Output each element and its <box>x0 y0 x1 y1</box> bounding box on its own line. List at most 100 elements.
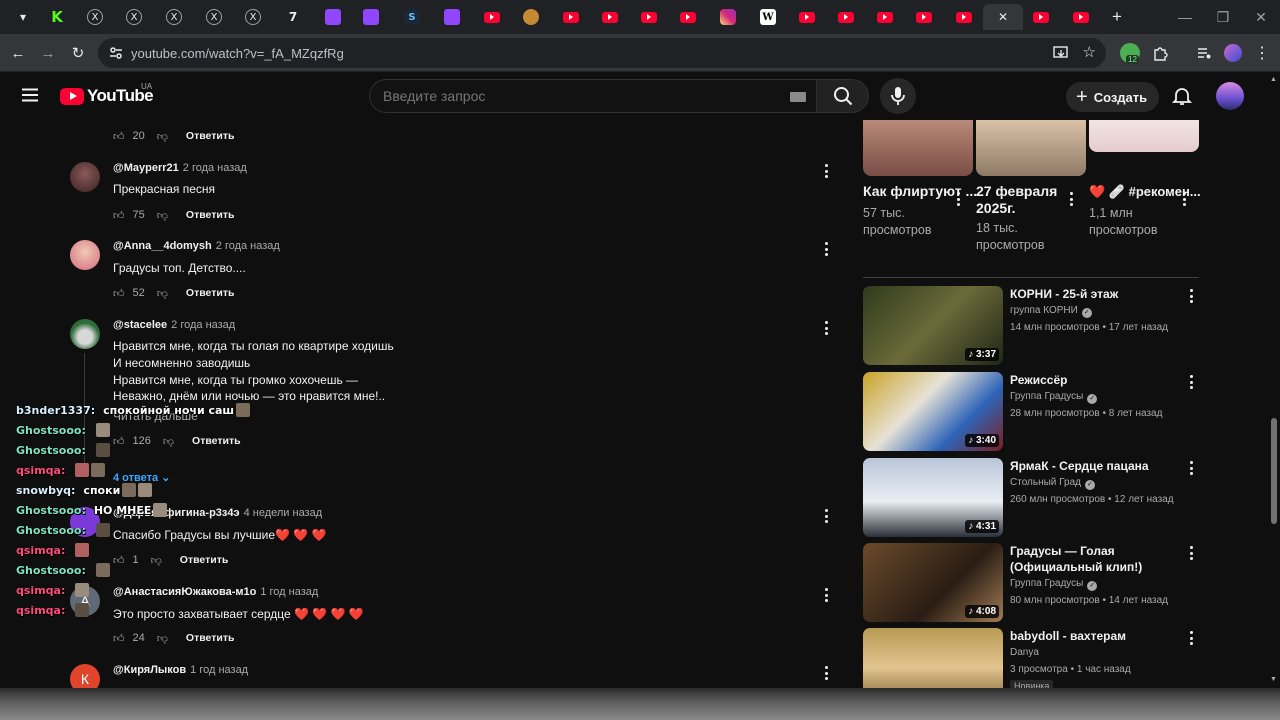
comment-menu-icon[interactable] <box>820 587 832 603</box>
forward-icon[interactable]: → <box>36 41 60 65</box>
browser-tab[interactable]: 7 <box>274 4 312 30</box>
video-thumbnail[interactable]: ♪ 4:31 <box>863 458 1003 537</box>
shelf-thumbnail[interactable] <box>1089 120 1199 152</box>
comment-menu-icon[interactable] <box>820 665 832 681</box>
chat-username[interactable]: Ghostsooo: <box>16 444 86 457</box>
voice-search-button[interactable] <box>880 78 916 114</box>
comment-author[interactable]: @КиряЛыков <box>113 664 186 676</box>
video-card[interactable]: ♪ 3:40 Режиссёр Группа Градусы ✓ 28 млн прос… <box>863 372 1203 452</box>
video-menu-icon[interactable] <box>1190 375 1193 389</box>
chat-username[interactable]: Ghostsooo: <box>16 424 86 437</box>
address-bar[interactable]: youtube.com/watch?v=_fA_MZqzfRg ☆ <box>98 38 1106 68</box>
browser-tab[interactable] <box>905 4 943 30</box>
window-close-icon[interactable]: ✕ <box>1242 0 1280 34</box>
dislike-icon[interactable]: 👎︎ <box>157 632 168 645</box>
browser-tab[interactable] <box>630 4 668 30</box>
extensions-puzzle-icon[interactable] <box>1148 41 1172 65</box>
dislike-icon[interactable]: 👎︎ <box>157 130 168 143</box>
shelf-menu-icon[interactable] <box>957 192 960 206</box>
browser-tab[interactable] <box>433 4 471 30</box>
browser-tab[interactable] <box>1062 4 1100 30</box>
video-channel[interactable]: Группа Градусы ✓ <box>1010 578 1098 591</box>
video-title[interactable]: Градусы — Голая (Официальный клип!) <box>1010 543 1180 575</box>
reply-button[interactable]: Ответить <box>186 287 235 299</box>
browser-tab[interactable] <box>1022 4 1060 30</box>
browser-tab[interactable]: X <box>155 4 193 30</box>
browser-tab[interactable] <box>945 4 983 30</box>
minimize-icon[interactable]: — <box>1166 0 1204 34</box>
dislike-icon[interactable]: 👎︎ <box>157 209 168 222</box>
comment-author[interactable]: @stacelee <box>113 319 167 331</box>
shelf-item[interactable]: 27 февраля 2025г. 18 тыс. просмотров <box>976 120 1086 254</box>
video-thumbnail[interactable]: ♪ 4:08 <box>863 543 1003 622</box>
chat-username[interactable]: Ghostsooo: <box>16 504 86 517</box>
browser-tab[interactable]: X <box>76 4 114 30</box>
maximize-icon[interactable]: ❐ <box>1204 0 1242 34</box>
chat-username[interactable]: qsimqa: <box>16 604 65 617</box>
shelf-item[interactable]: Как флиртуют ... 57 тыс. просмотров <box>863 120 977 239</box>
shelf-thumbnail[interactable] <box>863 120 973 176</box>
reply-button[interactable]: Ответить <box>186 209 235 221</box>
comment-time[interactable]: 2 года назад <box>216 240 280 252</box>
media-controls-icon[interactable] <box>1192 41 1216 65</box>
shelf-menu-icon[interactable] <box>1183 192 1186 206</box>
comment-time[interactable]: 1 год назад <box>190 664 248 676</box>
like-icon[interactable]: 👍︎ <box>113 209 125 222</box>
video-menu-icon[interactable] <box>1190 631 1193 645</box>
install-app-icon[interactable] <box>1052 44 1070 62</box>
page-scrollbar[interactable]: ▲ ▼ <box>1268 72 1280 688</box>
browser-menu-icon[interactable]: ⋮ <box>1250 41 1274 65</box>
comment-avatar[interactable] <box>70 162 100 192</box>
shelf-menu-icon[interactable] <box>1070 192 1073 206</box>
account-avatar[interactable] <box>1216 82 1244 110</box>
close-icon[interactable]: ✕ <box>998 10 1008 24</box>
chat-username[interactable]: b3nder1337: <box>16 404 95 417</box>
scroll-up-icon[interactable]: ▲ <box>1270 76 1277 83</box>
browser-tab[interactable]: X <box>234 4 272 30</box>
keyboard-icon[interactable] <box>790 92 806 102</box>
back-icon[interactable]: ← <box>6 41 30 65</box>
video-title[interactable]: ЯрмаК - Сердце пацана <box>1010 458 1180 474</box>
browser-tab[interactable]: X <box>195 4 233 30</box>
chat-username[interactable]: qsimqa: <box>16 544 65 557</box>
comment-author[interactable]: @Mayperr21 <box>113 162 179 174</box>
scrollbar-thumb[interactable] <box>1271 418 1277 524</box>
url-text[interactable]: youtube.com/watch?v=_fA_MZqzfRg <box>131 46 344 61</box>
profile-avatar[interactable] <box>1224 44 1242 62</box>
browser-tab[interactable]: X <box>115 4 153 30</box>
chat-username[interactable]: qsimqa: <box>16 584 65 597</box>
create-button[interactable]: + Создать <box>1066 82 1159 112</box>
youtube-logo[interactable]: YouTube UA <box>60 82 154 106</box>
browser-tab[interactable]: ✕ <box>983 4 1023 30</box>
dislike-icon[interactable]: 👎︎ <box>157 287 168 300</box>
chevron-down-icon[interactable]: ▾ <box>20 10 26 24</box>
like-icon[interactable]: 👍︎ <box>113 130 125 143</box>
video-channel[interactable]: Стольный Град ✓ <box>1010 477 1095 490</box>
chat-username[interactable]: snowbyq: <box>16 484 75 497</box>
chat-username[interactable]: Ghostsooo: <box>16 524 86 537</box>
search-input[interactable] <box>383 88 773 104</box>
video-title[interactable]: Режиссёр <box>1010 372 1180 388</box>
like-icon[interactable]: 👍︎ <box>113 287 125 300</box>
comment-menu-icon[interactable] <box>820 508 832 524</box>
comment-menu-icon[interactable] <box>820 163 832 179</box>
notifications-bell-icon[interactable] <box>1171 86 1193 106</box>
search-box[interactable] <box>369 79 817 113</box>
browser-tab[interactable] <box>669 4 707 30</box>
video-menu-icon[interactable] <box>1190 289 1193 303</box>
reply-button[interactable]: Ответить <box>186 130 235 142</box>
comment-time[interactable]: 2 года назад <box>183 162 247 174</box>
video-channel[interactable]: Danya <box>1010 647 1039 658</box>
shelf-thumbnail[interactable] <box>976 120 1086 176</box>
video-channel[interactable]: группа КОРНИ ✓ <box>1010 305 1092 318</box>
browser-tab[interactable] <box>591 4 629 30</box>
video-card[interactable]: ♪ 4:31 ЯрмаК - Сердце пацана Стольный Град… <box>863 458 1203 538</box>
browser-tab[interactable]: W <box>749 4 787 30</box>
site-info-icon[interactable] <box>109 46 123 60</box>
comment-avatar[interactable] <box>70 240 100 270</box>
video-title[interactable]: babydoll - вахтерам <box>1010 628 1180 644</box>
comment-author[interactable]: @Anna__4domysh <box>113 240 212 252</box>
search-button[interactable] <box>817 79 869 113</box>
extension-icon[interactable]: 12 <box>1120 43 1140 64</box>
video-card[interactable]: ♪ 3:37 КОРНИ - 25-й этаж группа КОРНИ ✓ 14 м… <box>863 286 1203 366</box>
